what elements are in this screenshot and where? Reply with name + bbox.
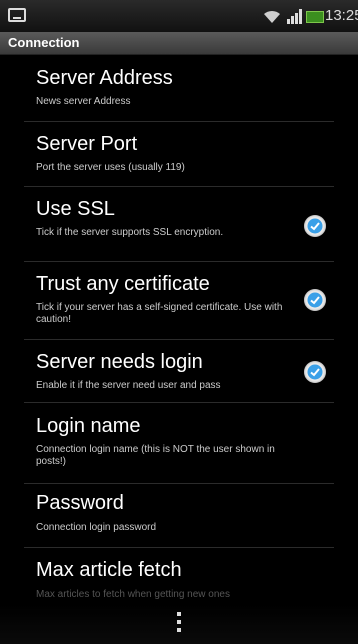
use-ssl-checkbox[interactable]	[304, 215, 326, 237]
setting-server-address[interactable]: Server Address News server Address	[0, 54, 358, 112]
setting-title: Server Address	[36, 67, 173, 89]
setting-summary: Port the server uses (usually 119)	[36, 162, 185, 173]
status-bar: 13:25	[0, 0, 358, 32]
setting-summary: Connection login name (this is NOT the u…	[36, 444, 275, 467]
checkmark-icon	[307, 292, 323, 308]
setting-summary: Enable it if the server need user and pa…	[36, 380, 221, 391]
setting-title: Server Port	[36, 133, 138, 155]
screen-title-bar: Connection	[0, 32, 358, 55]
setting-title: Use SSL	[36, 198, 115, 220]
setting-summary: Connection login password	[36, 522, 157, 533]
setting-trust-any-certificate[interactable]: Trust any certificate Tick if your serve…	[0, 262, 358, 339]
checkmark-icon	[307, 364, 323, 380]
overflow-menu-icon[interactable]	[176, 612, 182, 636]
setting-summary: Tick if the server supports SSL encrypti…	[36, 227, 224, 238]
setting-use-ssl[interactable]: Use SSL Tick if the server supports SSL …	[0, 187, 358, 261]
setting-title: Login name	[36, 415, 141, 437]
setting-server-port[interactable]: Server Port Port the server uses (usuall…	[0, 122, 358, 182]
setting-summary: News server Address	[36, 96, 131, 107]
setting-login-name[interactable]: Login name Connection login name (this i…	[0, 403, 358, 483]
setting-summary: Tick if your server has a self-signed ce…	[36, 302, 283, 325]
setting-title: Server needs login	[36, 351, 203, 373]
battery-icon	[306, 11, 324, 23]
setting-password[interactable]: Password Connection login password	[0, 484, 358, 546]
setting-title: Max article fetch	[36, 559, 182, 581]
setting-summary: Max articles to fetch when getting new o…	[36, 589, 230, 600]
setting-server-needs-login[interactable]: Server needs login Enable it if the serv…	[0, 340, 358, 402]
trust-certificate-checkbox[interactable]	[304, 289, 326, 311]
page-title: Connection	[8, 35, 80, 50]
server-needs-login-checkbox[interactable]	[304, 361, 326, 383]
status-time: 13:25	[325, 7, 358, 24]
checkmark-icon	[307, 218, 323, 234]
setting-title: Trust any certificate	[36, 273, 210, 295]
setting-title: Password	[36, 492, 124, 514]
sd-card-icon	[8, 8, 26, 22]
wifi-icon	[264, 10, 280, 23]
signal-icon	[287, 9, 302, 24]
setting-max-article-fetch[interactable]: Max article fetch Max articles to fetch …	[0, 548, 358, 604]
